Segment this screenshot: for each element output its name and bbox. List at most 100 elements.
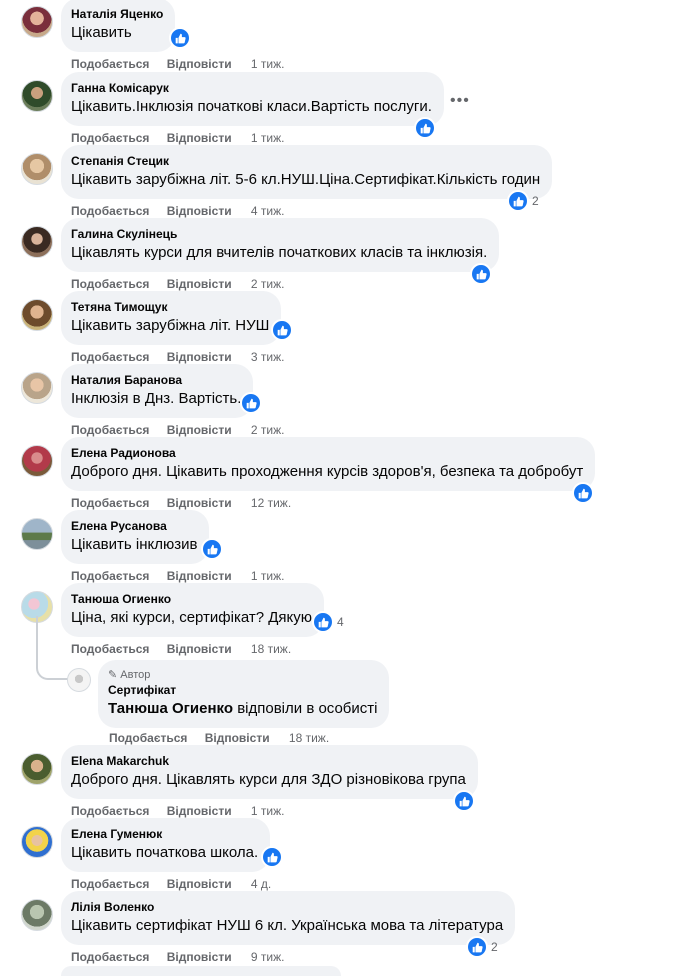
reactions[interactable] <box>271 319 293 341</box>
reply-button[interactable]: Відповісти <box>167 277 232 291</box>
thumbs-up-icon <box>414 117 436 139</box>
comment-actions: Подобається Відповісти 1 тиж. <box>71 569 285 583</box>
timestamp[interactable]: 4 д. <box>251 877 271 891</box>
reply-button[interactable]: Відповісти <box>167 877 232 891</box>
like-button[interactable]: Подобається <box>109 731 187 745</box>
reply-button[interactable]: Відповісти <box>167 804 232 818</box>
reply-button[interactable]: Відповісти <box>167 569 232 583</box>
reactions[interactable]: 4 <box>312 611 344 633</box>
reactions[interactable] <box>470 263 492 285</box>
avatar[interactable] <box>67 668 91 692</box>
timestamp[interactable]: 1 тиж. <box>251 569 285 583</box>
like-button[interactable]: Подобається <box>71 57 149 71</box>
reply-button[interactable]: Відповісти <box>167 57 232 71</box>
reactions[interactable] <box>201 538 223 560</box>
timestamp[interactable]: 3 тиж. <box>251 350 285 364</box>
thumbs-up-icon <box>453 790 475 812</box>
reply-thread-line <box>36 616 68 680</box>
pencil-icon: ✎ <box>108 669 118 681</box>
like-button[interactable]: Подобається <box>71 642 149 656</box>
like-button[interactable]: Подобається <box>71 350 149 364</box>
thumbs-up-icon <box>201 538 223 560</box>
comment-author[interactable]: Тетяна Тимощук <box>71 299 269 315</box>
author-badge: ✎ Автор <box>108 668 377 682</box>
comment-text: Доброго дня. Цікавлять курси для ЗДО різ… <box>71 771 466 788</box>
avatar[interactable] <box>21 826 53 858</box>
comment-bubble: Elena Makarchuk Доброго дня. Цікавлять к… <box>61 745 478 799</box>
like-button[interactable]: Подобається <box>71 496 149 510</box>
avatar[interactable] <box>21 372 53 404</box>
like-button[interactable]: Подобається <box>71 569 149 583</box>
thumbs-up-icon <box>271 319 293 341</box>
timestamp[interactable]: 12 тиж. <box>251 496 291 510</box>
avatar[interactable] <box>21 80 53 112</box>
avatar[interactable] <box>21 153 53 185</box>
avatar[interactable] <box>21 899 53 931</box>
comment-bubble: Лілія Воленко Цікавить сертифікат НУШ 6 … <box>61 891 516 945</box>
reactions[interactable] <box>240 392 262 414</box>
like-button[interactable]: Подобається <box>71 131 149 145</box>
reply-button[interactable]: Відповісти <box>167 496 232 510</box>
comment-author[interactable]: Ганна Комісарук <box>71 80 432 96</box>
comment-bubble: Наталия Баранова Інклюзія в Днз. Вартіст… <box>61 364 254 418</box>
reactions[interactable] <box>453 790 475 812</box>
comment-author[interactable]: Степанія Стецик <box>71 153 540 169</box>
reply-button[interactable]: Відповісти <box>167 204 232 218</box>
comment-bubble: Тетяна Тимощук Цікавить зарубіжна літ. Н… <box>61 291 282 345</box>
comment-author[interactable]: Елена Гуменюк <box>71 826 258 842</box>
comment-author[interactable]: Сертифікат <box>108 682 377 698</box>
comment-author[interactable]: Elena Makarchuk <box>71 753 466 769</box>
reaction-count: 2 <box>491 940 498 954</box>
reactions[interactable]: 2 <box>466 936 498 958</box>
comment-author[interactable]: Галина Скулінець <box>71 226 487 242</box>
avatar[interactable] <box>21 6 53 38</box>
reactions[interactable] <box>169 27 191 49</box>
reactions[interactable] <box>572 482 594 504</box>
timestamp[interactable]: 18 тиж. <box>251 642 291 656</box>
reactions[interactable] <box>261 846 283 868</box>
avatar[interactable] <box>21 299 53 331</box>
avatar[interactable] <box>21 753 53 785</box>
like-button[interactable]: Подобається <box>71 950 149 964</box>
reply-button[interactable]: Відповісти <box>167 423 232 437</box>
avatar[interactable] <box>21 518 53 550</box>
reaction-count: 4 <box>337 615 344 629</box>
mention-link[interactable]: Танюша Огиенко <box>108 700 233 717</box>
timestamp[interactable]: 18 тиж. <box>289 731 329 745</box>
thumbs-up-icon <box>466 936 488 958</box>
like-button[interactable]: Подобається <box>71 277 149 291</box>
timestamp[interactable]: 9 тиж. <box>251 950 285 964</box>
like-button[interactable]: Подобається <box>71 423 149 437</box>
comment-author[interactable]: Елена Русанова <box>71 518 197 534</box>
reactions[interactable] <box>414 117 436 139</box>
reactions[interactable]: 2 <box>507 190 539 212</box>
like-button[interactable]: Подобається <box>71 804 149 818</box>
like-button[interactable]: Подобається <box>71 204 149 218</box>
like-button[interactable]: Подобається <box>71 877 149 891</box>
timestamp[interactable]: 1 тиж. <box>251 804 285 818</box>
comment-author[interactable]: Наталія Яценко <box>71 6 163 22</box>
timestamp[interactable]: 2 тиж. <box>251 423 285 437</box>
avatar[interactable] <box>21 226 53 258</box>
timestamp[interactable]: 1 тиж. <box>251 57 285 71</box>
reply-button[interactable]: Відповісти <box>167 950 232 964</box>
avatar[interactable] <box>21 445 53 477</box>
timestamp[interactable]: 2 тиж. <box>251 277 285 291</box>
comment-author[interactable]: Лілія Воленко <box>71 899 503 915</box>
reply-button[interactable]: Відповісти <box>167 350 232 364</box>
comment-author[interactable]: Наталия Баранова <box>71 372 241 388</box>
reply-button[interactable]: Відповісти <box>167 642 232 656</box>
author-badge-label: Автор <box>120 669 151 681</box>
comment-author[interactable]: Елена Радионова <box>71 445 583 461</box>
more-options-icon[interactable]: ••• <box>450 92 470 110</box>
comment-actions: Подобається Відповісти 1 тиж. <box>71 804 285 818</box>
comment-author[interactable]: Танюша Огиенко <box>71 591 312 607</box>
timestamp[interactable]: 1 тиж. <box>251 131 285 145</box>
reply-button[interactable]: Відповісти <box>167 131 232 145</box>
reply-button[interactable]: Відповісти <box>205 731 270 745</box>
comment-actions: Подобається Відповісти 18 тиж. <box>71 642 291 656</box>
comment-bubble: Степанія Стецик Цікавить зарубіжна літ. … <box>61 145 553 199</box>
thumbs-up-icon <box>312 611 334 633</box>
reaction-count: 2 <box>532 194 539 208</box>
timestamp[interactable]: 4 тиж. <box>251 204 285 218</box>
